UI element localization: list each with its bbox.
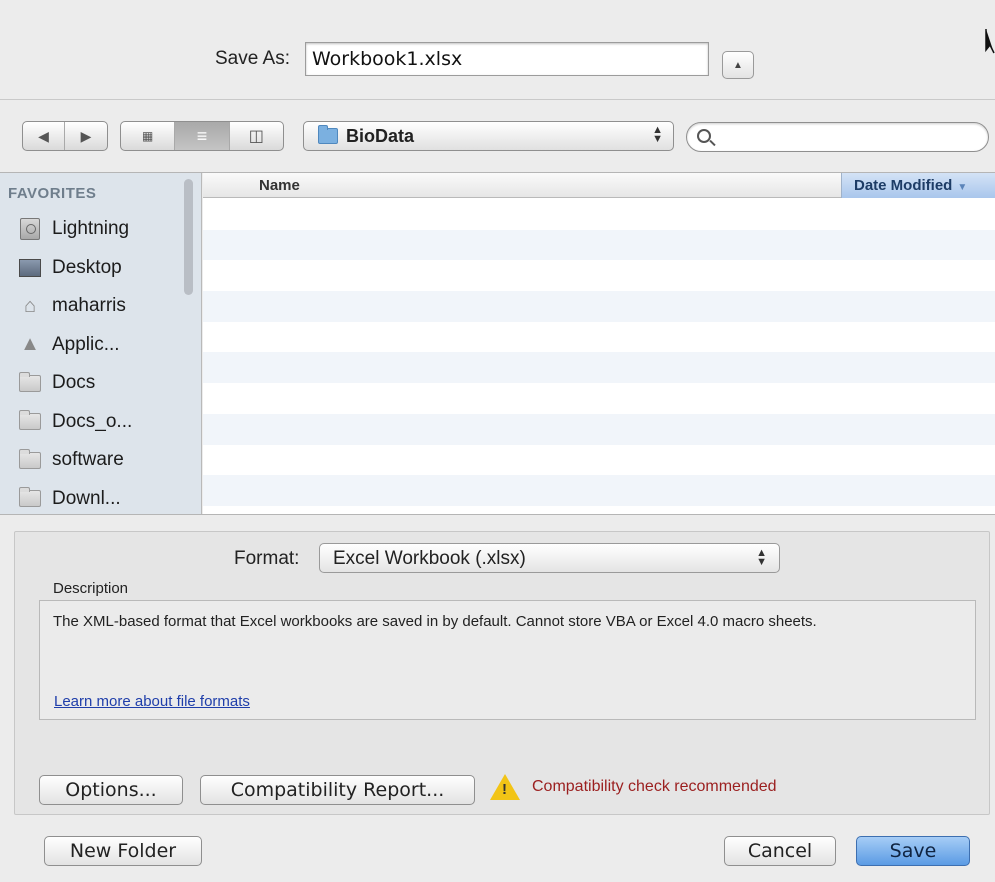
forward-button[interactable]: ▶ — [65, 122, 107, 150]
description-text: The XML-based format that Excel workbook… — [53, 613, 817, 630]
sidebar-item-label: Docs — [52, 372, 96, 394]
applications-icon: ▲ — [20, 333, 40, 356]
format-popup[interactable]: Excel Workbook (.xlsx) ▲ ▼ — [319, 543, 780, 573]
folder-icon — [18, 410, 42, 432]
updown-chevron-icon: ▲ ▼ — [652, 124, 663, 145]
column-header-date-label: Date Modified — [854, 177, 953, 194]
cancel-button[interactable]: Cancel — [724, 836, 836, 866]
folder-icon — [18, 487, 42, 509]
sort-descending-icon: ▼ — [957, 182, 968, 193]
sidebar-scrollbar[interactable] — [184, 179, 193, 295]
forward-arrow-icon: ▶ — [80, 127, 92, 144]
description-box: The XML-based format that Excel workbook… — [39, 600, 976, 720]
list-row — [203, 260, 995, 291]
compatibility-report-button[interactable]: Compatibility Report... — [200, 775, 475, 805]
mouse-cursor-icon — [985, 29, 995, 54]
list-row — [203, 199, 995, 230]
search-field[interactable] — [686, 122, 989, 152]
sidebar-item-maharris[interactable]: ⌂ maharris — [0, 287, 180, 326]
back-forward-segment: ◀ ▶ — [22, 121, 108, 151]
compatibility-warning: ! Compatibility check recommended — [490, 774, 777, 800]
format-accessory-panel: Format: Excel Workbook (.xlsx) ▲ ▼ Descri… — [14, 531, 990, 815]
favorites-heading: FAVORITES — [8, 185, 97, 202]
grid-icon: ▦ — [141, 129, 154, 143]
disk-icon — [18, 218, 42, 241]
sidebar-item-applications[interactable]: ▲ Applic... — [0, 326, 180, 365]
description-label: Description — [53, 580, 129, 597]
folder-icon — [18, 448, 42, 470]
sidebar-item-desktop[interactable]: Desktop — [0, 249, 180, 288]
icon-view-button[interactable]: ▦ — [121, 122, 176, 150]
sidebar-item-docs[interactable]: Docs — [0, 364, 180, 403]
list-row — [203, 475, 995, 506]
column-header-name[interactable]: Name — [259, 177, 300, 194]
sidebar-item-software[interactable]: software — [0, 441, 180, 480]
location-label: BioData — [346, 125, 415, 146]
save-as-label: Save As: — [215, 48, 290, 69]
home-icon: ⌂ — [23, 294, 37, 317]
favorites-list: Lightning Desktop ⌂ maharris ▲ Applic...… — [0, 210, 180, 515]
sidebar-item-label: software — [52, 449, 124, 471]
triangle-up-icon: ▲ — [733, 59, 743, 71]
sidebar-item-label: Desktop — [52, 256, 122, 278]
columns-icon: ◫ — [248, 128, 264, 145]
format-label: Format: — [234, 548, 300, 569]
desktop-icon — [18, 258, 42, 278]
list-row — [203, 322, 995, 353]
list-row — [203, 383, 995, 414]
back-arrow-icon: ◀ — [38, 127, 49, 144]
file-browser: FAVORITES Lightning Desktop ⌂ maharris ▲… — [0, 172, 995, 515]
list-row — [203, 413, 995, 445]
warning-text: Compatibility check recommended — [532, 778, 777, 795]
warning-icon: ! — [490, 774, 520, 800]
list-header: Name Date Modified ▼ — [203, 173, 995, 198]
sidebar-item-downloads[interactable]: Downl... — [0, 480, 180, 515]
view-mode-segment: ▦ ≡ ◫ — [120, 121, 284, 151]
sidebar-item-label: maharris — [52, 295, 126, 317]
sidebar-item-label: Docs_o... — [52, 410, 133, 432]
updown-chevron-icon: ▲ ▼ — [756, 547, 767, 568]
save-button[interactable]: Save — [856, 836, 970, 866]
filename-input[interactable] — [305, 42, 709, 76]
new-folder-button[interactable]: New Folder — [44, 836, 202, 866]
sidebar-item-docs-o[interactable]: Docs_o... — [0, 403, 180, 442]
column-view-button[interactable]: ◫ — [230, 122, 283, 150]
list-row — [203, 291, 995, 322]
list-row — [203, 229, 995, 261]
location-popup[interactable]: BioData ▲ ▼ — [303, 121, 674, 151]
navigation-toolbar: ◀ ▶ ▦ ≡ ◫ BioData ▲ ▼ — [0, 101, 995, 172]
file-rows — [203, 199, 995, 506]
list-icon: ≡ — [196, 125, 208, 146]
format-value: Excel Workbook (.xlsx) — [333, 548, 526, 569]
sidebar-item-lightning[interactable]: Lightning — [0, 210, 180, 249]
column-header-date-modified[interactable]: Date Modified ▼ — [841, 173, 995, 198]
sidebar-item-label: Applic... — [52, 333, 120, 355]
save-as-header: Save As: ▲ — [0, 0, 995, 100]
list-view-button[interactable]: ≡ — [175, 122, 230, 150]
options-button[interactable]: Options... — [39, 775, 183, 805]
file-list: Name Date Modified ▼ — [203, 173, 995, 514]
sidebar-item-label: Lightning — [52, 218, 130, 240]
learn-more-link[interactable]: Learn more about file formats — [54, 692, 250, 711]
collapse-dialog-button[interactable]: ▲ — [722, 51, 754, 79]
back-button[interactable]: ◀ — [23, 122, 66, 150]
sidebar-item-label: Downl... — [52, 487, 121, 509]
folder-icon — [18, 371, 42, 393]
search-icon — [697, 129, 711, 143]
sidebar: FAVORITES Lightning Desktop ⌂ maharris ▲… — [0, 173, 202, 515]
list-row — [203, 445, 995, 476]
list-row — [203, 352, 995, 384]
folder-icon — [318, 125, 338, 144]
